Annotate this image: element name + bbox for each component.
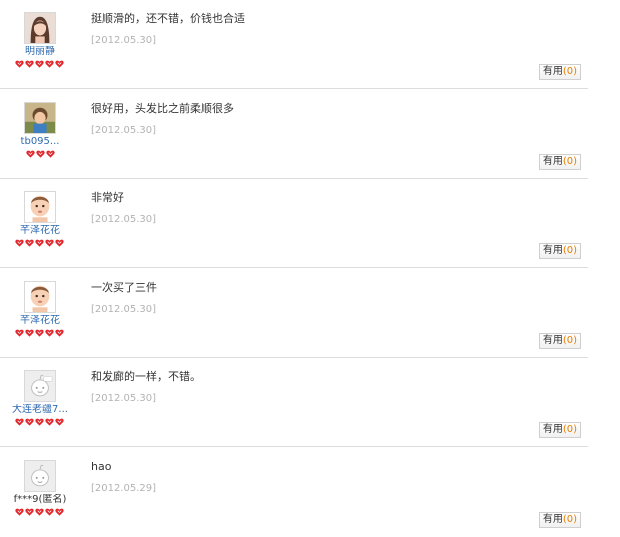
avatar-woman-photo-icon[interactable] [24, 12, 56, 44]
review-item: 芊泽花花 一次买了三件 [2012.05.30] 有用(0) [0, 269, 588, 358]
heart-icon [45, 150, 55, 158]
rank-hearts [15, 329, 64, 338]
review-comment: 一次买了三件 [91, 281, 157, 294]
useful-label: 有用 [542, 156, 563, 167]
useful-button[interactable]: 有用(0) [538, 154, 581, 170]
heart-icon [35, 418, 44, 426]
review-item: 大连老疆7... 和发廊的一样，不错。 [2012.05.30] 有用(0) [0, 358, 588, 447]
review-list: 明丽静 挺顺滑的，还不错，价钱也合适 [2012.05.30] 有用(0) tb… [0, 0, 620, 537]
avatar-default-doll-icon[interactable] [24, 370, 56, 402]
heart-icon [35, 508, 44, 516]
review-comment: 非常好 [91, 191, 124, 204]
review-comment: hao [91, 460, 112, 473]
heart-icon [35, 150, 45, 158]
username: f***9(匿名) [13, 494, 67, 505]
username[interactable]: 大连老疆7... [0, 404, 80, 416]
review-comment: 很好用，头发比之前柔顺很多 [91, 102, 234, 115]
rank-hearts [15, 60, 64, 69]
heart-icon [25, 60, 34, 68]
heart-icon [45, 239, 54, 247]
review-date: [2012.05.30] [91, 393, 157, 404]
useful-count: (0) [562, 245, 577, 256]
rank-hearts [0, 150, 80, 159]
useful-button[interactable]: 有用(0) [538, 243, 581, 259]
username[interactable]: tb095... [0, 136, 80, 148]
useful-count: (0) [562, 335, 577, 346]
useful-button[interactable]: 有用(0) [538, 64, 581, 80]
avatar-default-doll-icon[interactable] [24, 460, 56, 492]
heart-icon [35, 60, 44, 68]
username[interactable]: 芊泽花花 [0, 225, 80, 237]
useful-count: (0) [562, 156, 577, 167]
heart-icon [55, 508, 64, 516]
review-item: tb095... 很好用，头发比之前柔顺很多 [2012.05.30] 有用(0… [0, 90, 588, 179]
useful-button[interactable]: 有用(0) [538, 422, 581, 438]
review-item: 明丽静 挺顺滑的，还不错，价钱也合适 [2012.05.30] 有用(0) [0, 0, 588, 89]
useful-count: (0) [562, 514, 577, 525]
review-comment: 挺顺滑的，还不错，价钱也合适 [91, 12, 245, 25]
useful-label: 有用 [542, 66, 563, 77]
useful-label: 有用 [542, 514, 563, 525]
review-date: [2012.05.30] [91, 304, 157, 315]
useful-button[interactable]: 有用(0) [538, 333, 581, 349]
heart-icon [25, 150, 35, 158]
heart-icon [15, 239, 24, 247]
heart-icon [25, 239, 34, 247]
heart-icon [55, 418, 64, 426]
heart-icon [15, 508, 24, 516]
avatar-baby-photo-icon[interactable] [24, 191, 56, 223]
useful-label: 有用 [542, 424, 563, 435]
review-date: [2012.05.30] [91, 214, 157, 225]
heart-icon [55, 239, 64, 247]
review-date: [2012.05.29] [91, 483, 157, 494]
useful-count: (0) [562, 66, 577, 77]
useful-button[interactable]: 有用(0) [538, 512, 581, 528]
rank-hearts [15, 239, 64, 248]
heart-icon [55, 329, 64, 337]
review-item: 芊泽花花 非常好 [2012.05.30] 有用(0) [0, 179, 588, 268]
heart-icon [45, 508, 54, 516]
username[interactable]: 芊泽花花 [0, 315, 80, 327]
heart-icon [45, 329, 54, 337]
username[interactable]: 明丽静 [0, 46, 80, 58]
heart-icon [45, 60, 54, 68]
useful-label: 有用 [542, 335, 563, 346]
avatar-child-photo-icon[interactable] [24, 102, 56, 134]
heart-icon [55, 60, 64, 68]
useful-label: 有用 [542, 245, 563, 256]
rank-hearts [15, 418, 64, 427]
useful-count: (0) [562, 424, 577, 435]
heart-icon [35, 239, 44, 247]
avatar-baby-photo-icon[interactable] [24, 281, 56, 313]
heart-icon [25, 329, 34, 337]
heart-icon [25, 418, 34, 426]
heart-icon [15, 329, 24, 337]
heart-icon [15, 418, 24, 426]
review-comment: 和发廊的一样，不错。 [91, 370, 201, 383]
heart-icon [25, 508, 34, 516]
heart-icon [45, 418, 54, 426]
review-date: [2012.05.30] [91, 35, 157, 46]
rank-hearts [15, 508, 64, 517]
heart-icon [35, 329, 44, 337]
review-item: f***9(匿名) hao [2012.05.29] 有用(0) [0, 448, 588, 537]
heart-icon [15, 60, 24, 68]
review-date: [2012.05.30] [91, 125, 157, 136]
